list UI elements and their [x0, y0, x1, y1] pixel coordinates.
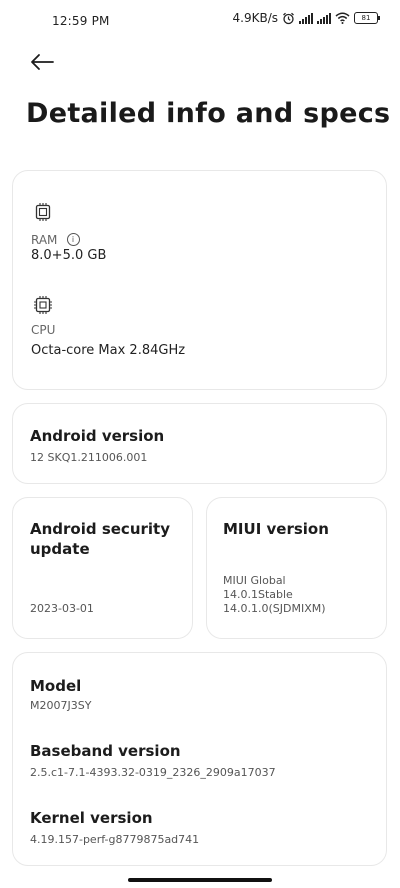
- arrow-left-icon: [31, 54, 54, 70]
- android-version-label: Android version: [30, 427, 165, 445]
- security-update-card[interactable]: Android security update 2023-03-01: [12, 497, 193, 639]
- home-indicator[interactable]: [128, 878, 272, 882]
- hardware-card: RAM i 8.0+5.0 GB CPU Octa-core Max 2.84G…: [12, 170, 387, 390]
- baseband-label: Baseband version: [30, 742, 181, 760]
- status-time: 12:59 PM: [52, 14, 110, 28]
- miui-version-line2: 14.0.1Stable: [223, 588, 293, 601]
- wifi-icon: [335, 12, 350, 24]
- signal-icon: [299, 12, 313, 24]
- status-indicators: 4.9KB/s 81: [232, 11, 380, 25]
- cpu-value: Octa-core Max 2.84GHz: [31, 343, 186, 358]
- page-title: Detailed info and specs: [26, 98, 391, 129]
- status-bar: 12:59 PM 4.9KB/s 81: [0, 0, 400, 44]
- memory-chip-icon: [35, 203, 51, 221]
- cpu-label: CPU: [31, 323, 56, 337]
- kernel-label: Kernel version: [30, 809, 153, 827]
- device-details-card: Model M2007J3SY Baseband version 2.5.c1-…: [12, 652, 387, 866]
- processor-chip-icon: [34, 296, 52, 314]
- ram-label: RAM: [31, 233, 58, 247]
- network-speed: 4.9KB/s: [232, 11, 278, 25]
- signal-icon-sim2: [317, 12, 331, 24]
- baseband-value: 2.5.c1-7.1-4393.32-0319_2326_2909a17037: [30, 766, 276, 779]
- back-button[interactable]: [26, 48, 58, 76]
- security-update-value: 2023-03-01: [30, 602, 94, 615]
- model-label: Model: [30, 677, 82, 695]
- ram-label-row: RAM i: [31, 229, 80, 248]
- security-update-label-line1: Android security: [30, 520, 170, 538]
- ram-value: 8.0+5.0 GB: [31, 248, 107, 263]
- miui-version-card[interactable]: MIUI version MIUI Global 14.0.1Stable 14…: [206, 497, 387, 639]
- kernel-value: 4.19.157-perf-g8779875ad741: [30, 833, 200, 846]
- miui-version-label: MIUI version: [223, 520, 329, 538]
- miui-version-line3: 14.0.1.0(SJDMIXM): [223, 602, 326, 615]
- android-version-value: 12 SKQ1.211006.001: [30, 451, 148, 464]
- model-value: M2007J3SY: [30, 699, 92, 712]
- android-version-card[interactable]: Android version 12 SKQ1.211006.001: [12, 403, 387, 484]
- miui-version-line1: MIUI Global: [223, 574, 286, 587]
- security-update-label-line2: update: [30, 540, 90, 558]
- battery-level: 81: [361, 14, 371, 22]
- alarm-icon: [283, 12, 294, 24]
- info-icon[interactable]: i: [66, 233, 80, 246]
- battery-icon: 81: [354, 12, 380, 24]
